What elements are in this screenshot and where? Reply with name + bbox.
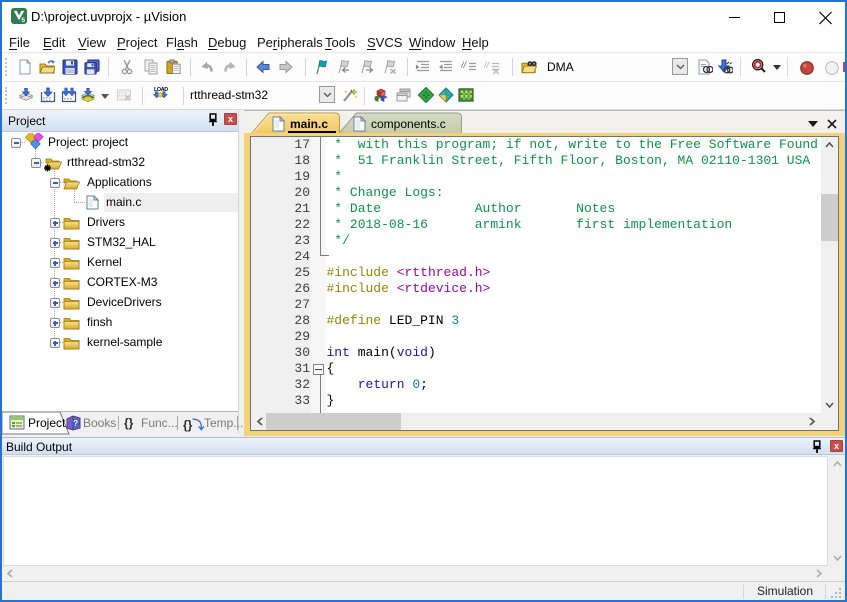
svg-text://: // (484, 60, 491, 70)
svg-text://: // (461, 60, 468, 70)
svg-text:?: ? (73, 419, 78, 428)
svg-text:5: 5 (21, 17, 25, 24)
